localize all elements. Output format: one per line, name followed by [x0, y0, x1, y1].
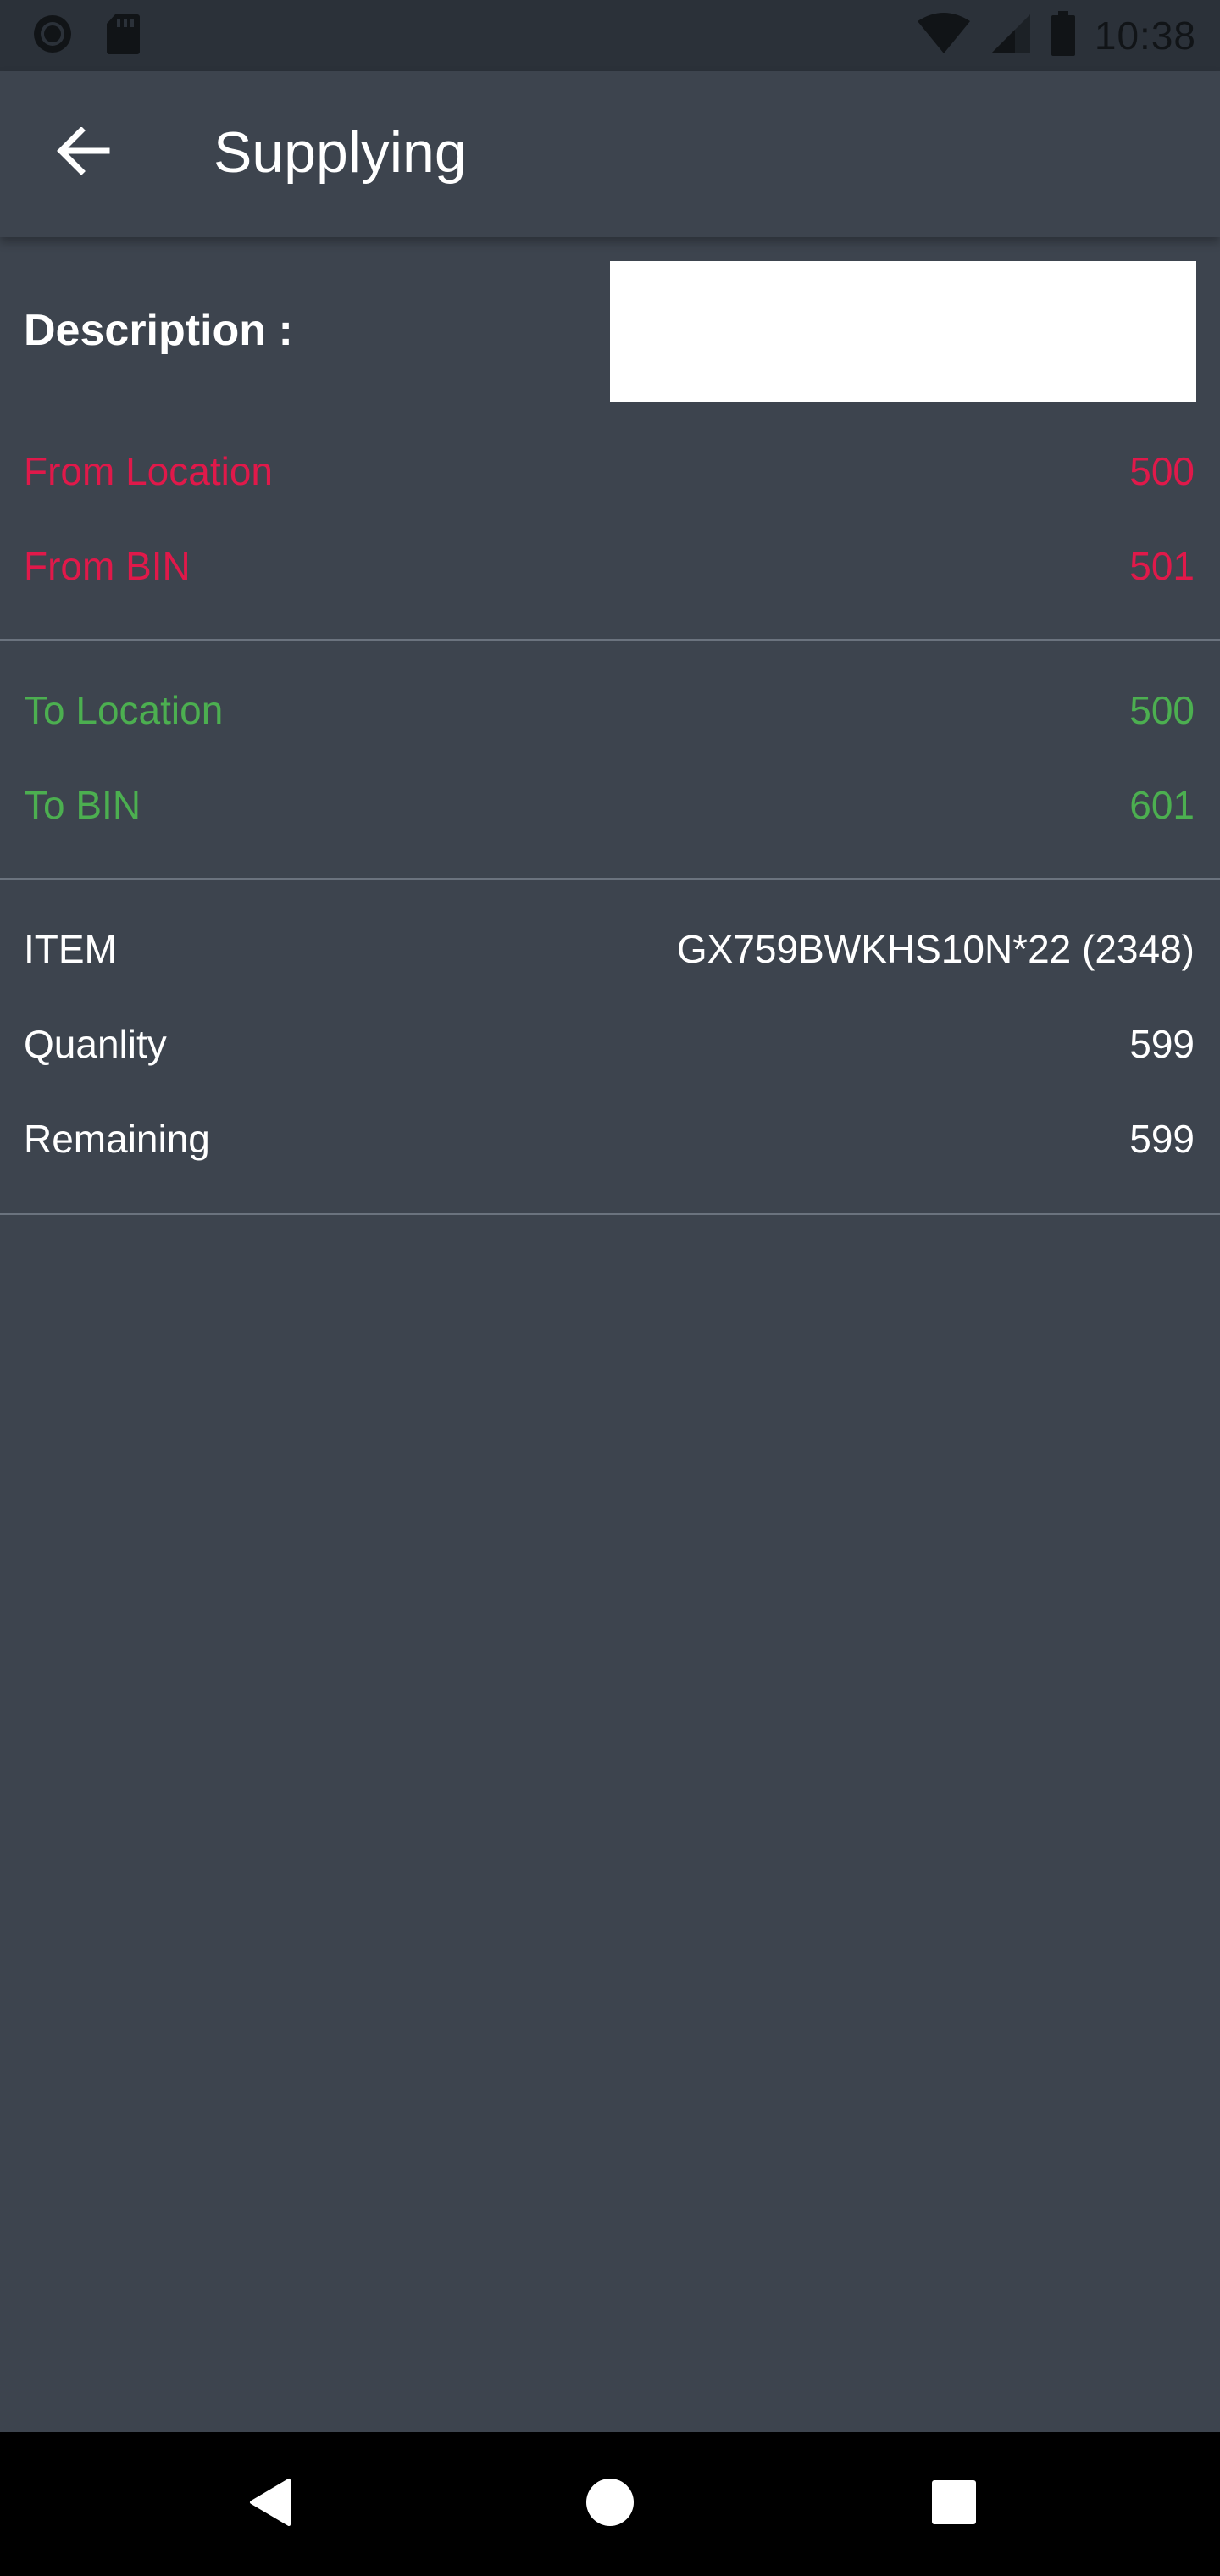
app-bar: Supplying — [0, 71, 1220, 237]
from-location-label: From Location — [24, 449, 274, 493]
wifi-icon — [917, 12, 971, 59]
remaining-label: Remaining — [24, 1117, 210, 1161]
remaining-value: 599 — [1129, 1117, 1195, 1161]
nav-home-button[interactable] — [559, 2453, 661, 2555]
status-left-icons — [30, 14, 141, 58]
status-bar: 10:38 — [0, 0, 1220, 71]
quantity-value: 599 — [1129, 1022, 1195, 1066]
from-bin-value: 501 — [1129, 544, 1195, 588]
status-time: 10:38 — [1094, 14, 1196, 58]
from-bin-label: From BIN — [24, 544, 191, 588]
to-bin-label: To BIN — [24, 783, 141, 827]
divider — [0, 1213, 1220, 1215]
quantity-row: Quanlity 599 — [0, 997, 1220, 1091]
back-triangle-icon — [247, 2477, 292, 2532]
to-bin-row: To BIN 601 — [0, 758, 1220, 852]
from-location-row: From Location 500 — [0, 424, 1220, 519]
item-row: ITEM GX759BWKHS10N*22 (2348) — [0, 902, 1220, 997]
battery-icon — [1051, 10, 1076, 61]
nav-recents-button[interactable] — [903, 2453, 1005, 2555]
description-row: Description : — [0, 237, 1220, 424]
remaining-row: Remaining 599 — [0, 1091, 1220, 1186]
quantity-label: Quanlity — [24, 1022, 167, 1066]
system-nav-bar — [0, 2432, 1220, 2576]
back-button[interactable] — [49, 119, 117, 186]
sd-card-icon — [105, 13, 141, 59]
to-location-row: To Location 500 — [0, 663, 1220, 758]
nav-back-button[interactable] — [219, 2453, 320, 2555]
description-label: Description : — [24, 306, 293, 355]
main-content: Description : From Location 500 From BIN… — [0, 237, 1220, 1215]
item-value: GX759BWKHS10N*22 (2348) — [676, 927, 1195, 971]
signal-icon — [990, 13, 1032, 59]
to-location-value: 500 — [1129, 688, 1195, 732]
to-location-label: To Location — [24, 688, 224, 732]
recents-square-icon — [931, 2479, 977, 2529]
to-bin-value: 601 — [1129, 783, 1195, 827]
from-location-value: 500 — [1129, 449, 1195, 493]
status-right-icons: 10:38 — [917, 10, 1196, 61]
arrow-left-icon — [56, 125, 110, 179]
page-title: Supplying — [214, 120, 467, 185]
circle-icon — [30, 12, 75, 60]
description-input[interactable] — [610, 261, 1196, 402]
item-label: ITEM — [24, 927, 117, 971]
home-circle-icon — [585, 2477, 635, 2532]
from-bin-row: From BIN 501 — [0, 519, 1220, 613]
